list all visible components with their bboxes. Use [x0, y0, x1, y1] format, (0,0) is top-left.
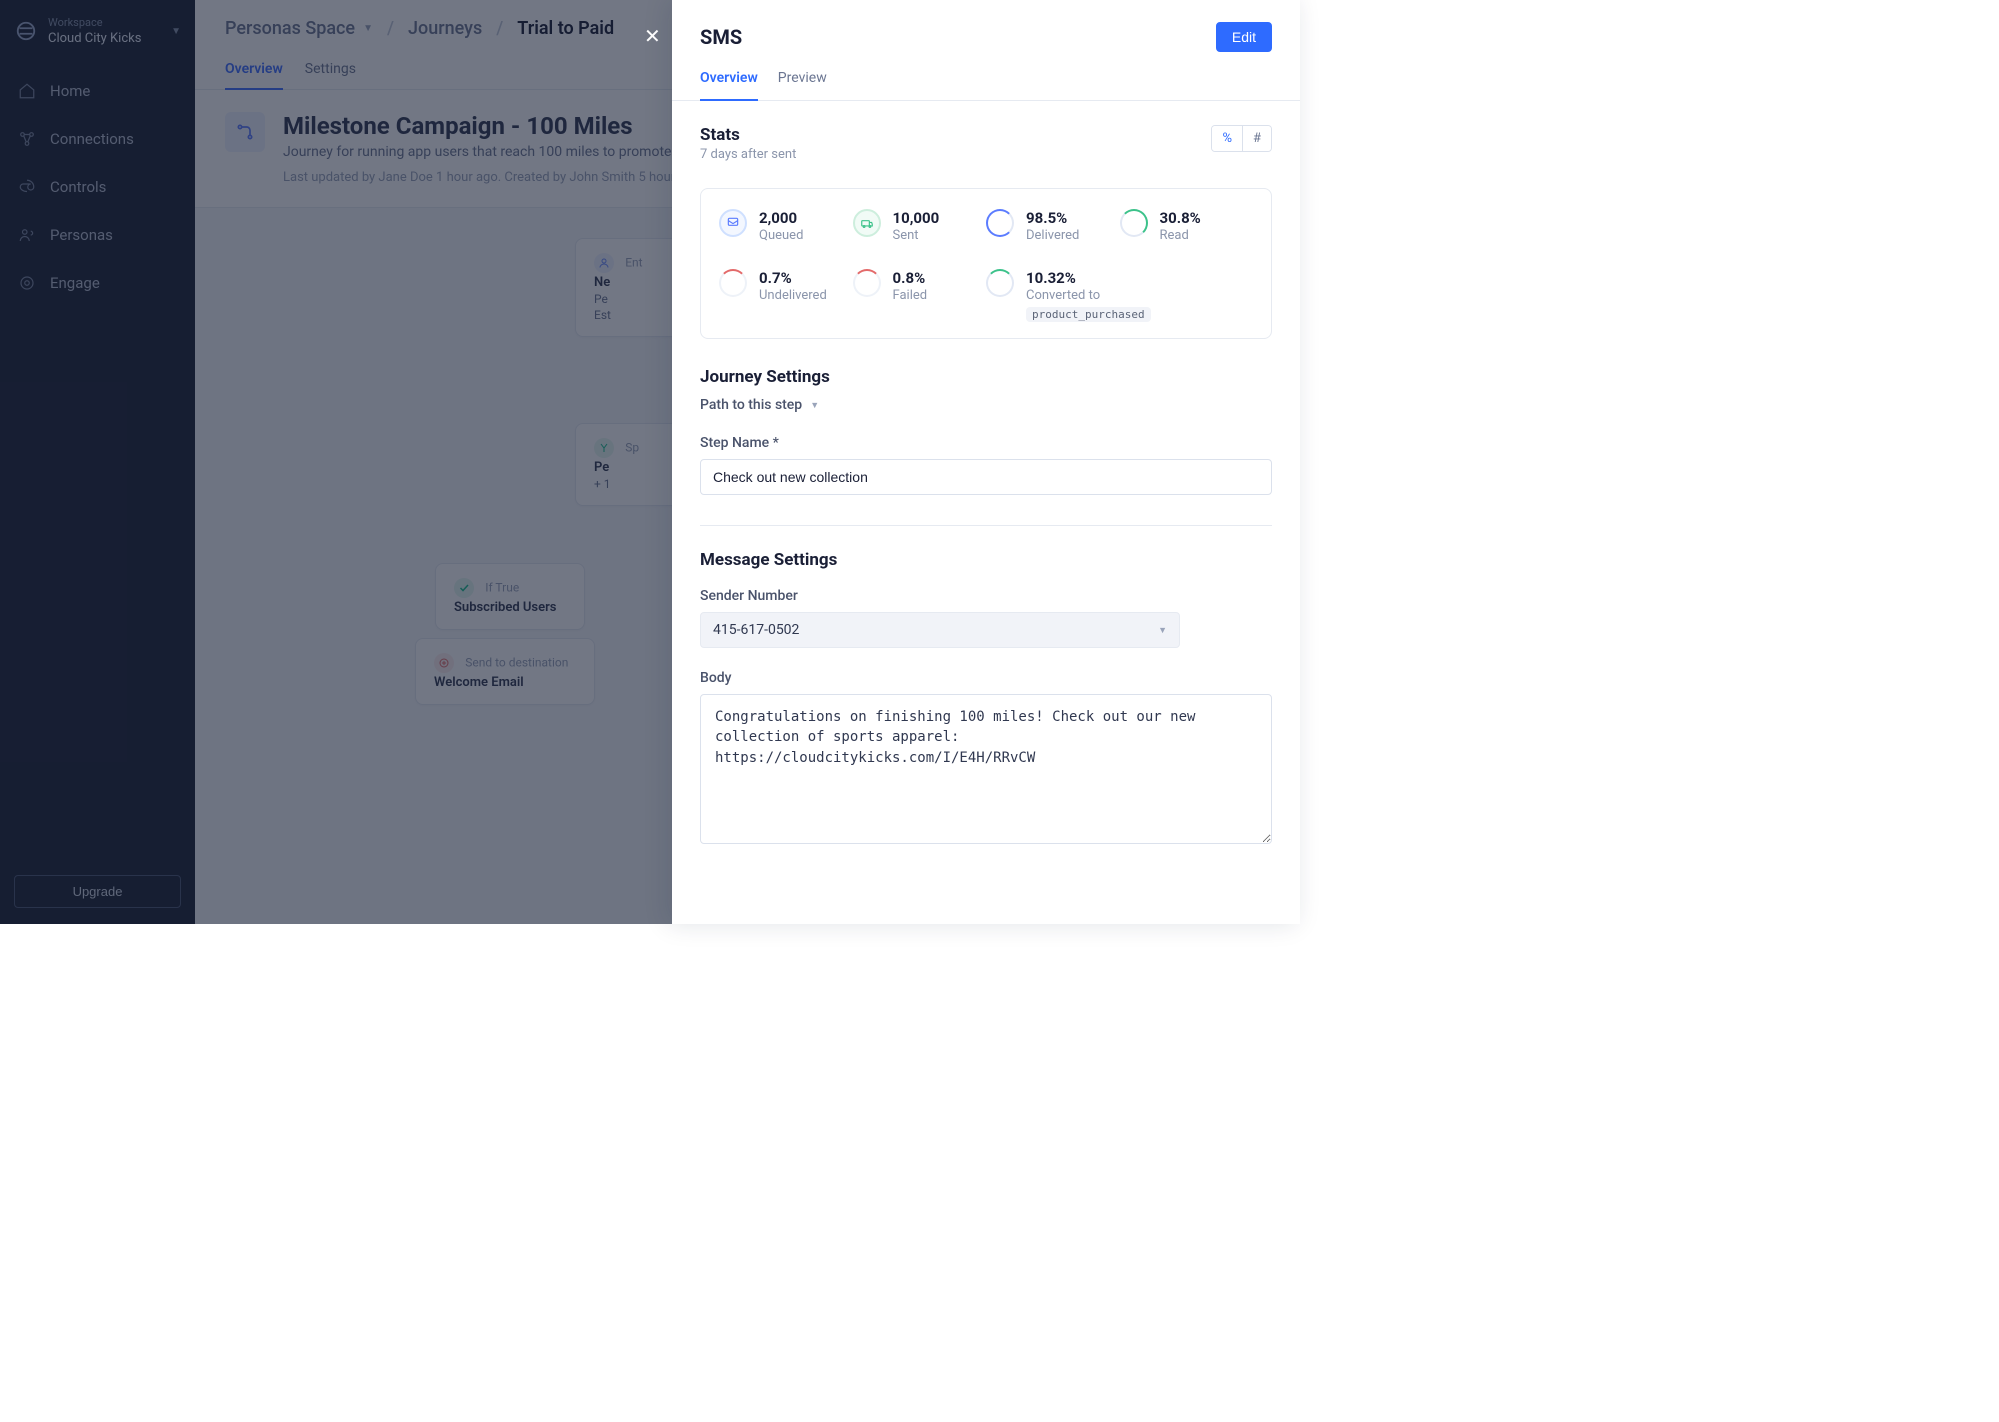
stat-queued: 2,000Queued — [719, 209, 853, 243]
sidebar: Workspace Cloud City Kicks ▼ Home Connec… — [0, 0, 195, 924]
workspace-label: Workspace — [48, 16, 161, 29]
chevron-down-icon: ▼ — [1158, 625, 1167, 636]
body-label: Body — [700, 670, 1272, 686]
stat-failed: 0.8%Failed — [853, 269, 987, 322]
workspace-name: Cloud City Kicks — [48, 31, 161, 46]
nav-label: Home — [50, 82, 90, 100]
step-name-label: Step Name * — [700, 435, 1272, 451]
sender-number-select[interactable]: 415-617-0502 ▼ — [700, 612, 1180, 648]
nav-controls[interactable]: Controls — [6, 166, 189, 208]
toggle-number[interactable]: # — [1242, 126, 1271, 151]
path-to-step-dropdown[interactable]: Path to this step ▼ — [700, 397, 1272, 413]
sms-panel: SMS Edit Overview Preview Stats 7 days a… — [672, 0, 1300, 924]
nav-personas[interactable]: Personas — [6, 214, 189, 256]
sender-number-label: Sender Number — [700, 588, 1272, 604]
node-entry[interactable]: Ent Ne Pe Est — [575, 238, 685, 337]
chevron-down-icon: ▼ — [171, 26, 181, 37]
nav-home[interactable]: Home — [6, 70, 189, 112]
crumb-journeys[interactable]: Journeys — [408, 18, 482, 39]
ring-icon — [853, 269, 881, 297]
check-icon — [454, 578, 474, 598]
edit-button[interactable]: Edit — [1216, 22, 1272, 52]
user-icon — [594, 253, 614, 273]
ring-icon — [719, 269, 747, 297]
nav-label: Connections — [50, 130, 134, 148]
tab-settings[interactable]: Settings — [305, 61, 356, 89]
chevron-down-icon[interactable]: ▼ — [363, 23, 373, 34]
campaign-description: Journey for running app users that reach… — [283, 144, 710, 160]
campaign-meta: Last updated by Jane Doe 1 hour ago. Cre… — [283, 170, 710, 185]
ring-icon — [1120, 209, 1148, 237]
conversion-event-code: product_purchased — [1026, 307, 1151, 322]
crumb-space[interactable]: Personas Space — [225, 18, 355, 39]
journey-settings-heading: Journey Settings — [700, 367, 1272, 387]
upgrade-button[interactable]: Upgrade — [14, 875, 181, 908]
workspace-switcher[interactable]: Workspace Cloud City Kicks ▼ — [0, 0, 195, 60]
tab-overview[interactable]: Overview — [225, 61, 283, 89]
crumb-current: Trial to Paid — [517, 18, 614, 39]
ring-icon — [986, 209, 1014, 237]
home-icon — [18, 82, 36, 100]
app-logo-icon — [14, 19, 38, 43]
panel-tab-overview[interactable]: Overview — [700, 70, 758, 100]
ring-icon — [719, 209, 747, 237]
stat-sent: 10,000Sent — [853, 209, 987, 243]
stats-card: 2,000Queued 10,000Sent 98.5%Delivered 30… — [700, 188, 1272, 339]
split-icon — [594, 438, 614, 458]
controls-icon — [18, 178, 36, 196]
toggle-percent[interactable]: % — [1212, 126, 1242, 151]
message-settings-heading: Message Settings — [700, 550, 1272, 570]
engage-icon — [18, 274, 36, 292]
destination-icon — [434, 653, 454, 673]
node-destination[interactable]: Send to destination Welcome Email — [415, 638, 595, 705]
node-iftrue[interactable]: If True Subscribed Users — [435, 563, 585, 630]
node-split[interactable]: Sp Pe + 1 — [575, 423, 685, 506]
ring-icon — [986, 269, 1014, 297]
nav-label: Personas — [50, 226, 113, 244]
close-icon[interactable]: ✕ — [644, 24, 661, 48]
body-textarea[interactable] — [700, 694, 1272, 844]
nav-label: Controls — [50, 178, 106, 196]
nav-label: Engage — [50, 274, 100, 292]
stats-heading: Stats — [700, 125, 1272, 145]
stat-delivered: 98.5%Delivered — [986, 209, 1120, 243]
stats-subtext: 7 days after sent — [700, 147, 1272, 162]
personas-icon — [18, 226, 36, 244]
connections-icon — [18, 130, 36, 148]
stat-undelivered: 0.7%Undelivered — [719, 269, 853, 322]
journey-icon — [225, 112, 265, 152]
panel-title: SMS — [700, 25, 742, 49]
chevron-down-icon: ▼ — [810, 400, 819, 411]
stat-read: 30.8%Read — [1120, 209, 1254, 243]
nav-connections[interactable]: Connections — [6, 118, 189, 160]
stat-converted: 10.32% Converted to product_purchased — [986, 269, 1253, 322]
step-name-input[interactable] — [700, 459, 1272, 495]
campaign-title: Milestone Campaign - 100 Miles — [283, 112, 710, 140]
ring-icon — [853, 209, 881, 237]
panel-tab-preview[interactable]: Preview — [778, 70, 827, 100]
nav-engage[interactable]: Engage — [6, 262, 189, 304]
stats-unit-toggle: % # — [1211, 125, 1272, 152]
